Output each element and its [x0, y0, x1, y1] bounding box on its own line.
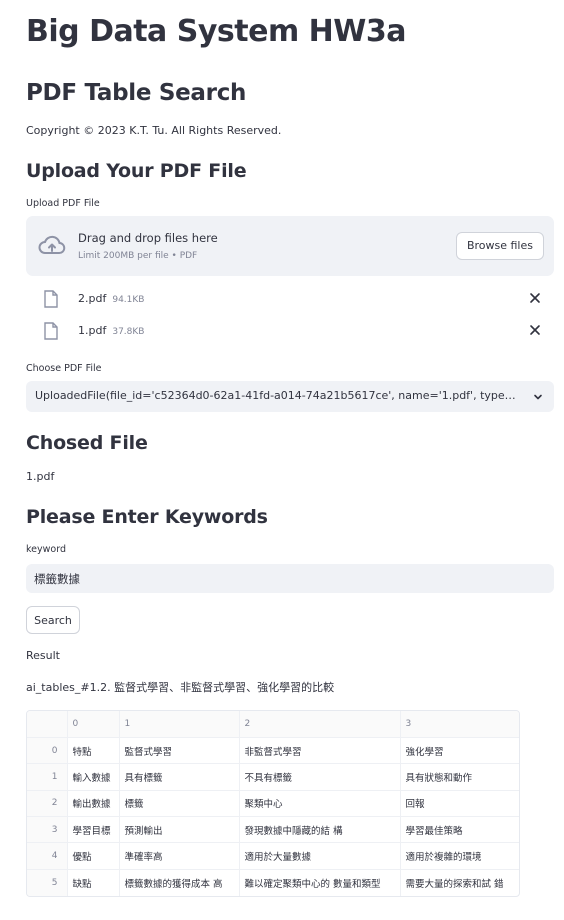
column-header[interactable]: [27, 711, 68, 738]
table-cell[interactable]: 標籤: [119, 790, 240, 818]
result-dataframe[interactable]: 0 1 2 3 0 特點 監督式學習 非監督式學習 強化學習 1 輸入數據 具有…: [26, 710, 520, 897]
table-cell[interactable]: 難以確定聚類中心的 數量和類型: [239, 869, 401, 896]
cloud-upload-icon: [38, 235, 66, 254]
row-index: 3: [27, 816, 68, 844]
table-cell[interactable]: 適用於大量數據: [239, 842, 401, 870]
table-cell[interactable]: 聚類中心: [239, 790, 401, 818]
section-title: PDF Table Search: [26, 80, 247, 106]
search-button[interactable]: Search: [26, 606, 80, 634]
row-index: 2: [27, 790, 68, 818]
chosen-file-value: 1.pdf: [26, 470, 55, 483]
table-row: 1 輸入數據 具有標籤 不具有標籤 具有狀態和動作: [27, 763, 519, 791]
table-cell[interactable]: 不具有標籤: [239, 763, 401, 791]
table-cell[interactable]: 學習最佳策略: [400, 816, 519, 844]
file-icon: [44, 322, 58, 340]
pdf-file-select[interactable]: UploadedFile(file_id='c52364d0-62a1-41fd…: [26, 381, 554, 412]
selected-file-value: UploadedFile(file_id='c52364d0-62a1-41fd…: [35, 389, 523, 402]
keyword-label: keyword: [26, 544, 66, 555]
table-cell[interactable]: 準確率高: [119, 842, 240, 870]
file-name: 1.pdf: [78, 324, 107, 337]
table-cell[interactable]: 特點: [67, 737, 120, 765]
table-cell[interactable]: 學習目標: [67, 816, 120, 844]
table-cell[interactable]: 預測輸出: [119, 816, 240, 844]
uploaded-file-row: 1.pdf 37.8KB: [26, 320, 554, 346]
remove-file-icon[interactable]: [528, 291, 542, 305]
dropzone-title: Drag and drop files here: [78, 231, 218, 245]
table-cell[interactable]: 監督式學習: [119, 737, 240, 765]
file-dropzone[interactable]: Drag and drop files here Limit 200MB per…: [26, 216, 554, 276]
upload-label: Upload PDF File: [26, 198, 100, 209]
table-cell[interactable]: 缺點: [67, 869, 120, 896]
table-cell[interactable]: 強化學習: [400, 737, 519, 765]
column-header[interactable]: 1: [119, 711, 240, 738]
table-cell[interactable]: 標籤數據的獲得成本 高: [119, 869, 240, 896]
chosen-file-heading: Chosed File: [26, 432, 148, 454]
table-row: 5 缺點 標籤數據的獲得成本 高 難以確定聚類中心的 數量和類型 需要大量的探索…: [27, 869, 519, 896]
remove-file-icon[interactable]: [528, 323, 542, 337]
column-header[interactable]: 3: [400, 711, 519, 738]
chevron-down-icon: [534, 394, 542, 400]
result-label: Result: [26, 649, 60, 662]
keywords-heading: Please Enter Keywords: [26, 506, 268, 528]
table-cell[interactable]: 適用於複雜的環境: [400, 842, 519, 870]
table-cell[interactable]: 非監督式學習: [239, 737, 401, 765]
browse-files-button[interactable]: Browse files: [455, 232, 544, 260]
choose-file-label: Choose PDF File: [26, 363, 102, 374]
column-header[interactable]: 0: [67, 711, 120, 738]
file-name: 2.pdf: [78, 292, 107, 305]
dropzone-limit: Limit 200MB per file • PDF: [78, 251, 198, 261]
table-header-row: 0 1 2 3: [27, 711, 519, 738]
table-cell[interactable]: 具有標籤: [119, 763, 240, 791]
table-cell[interactable]: 發現數據中隱藏的結 構: [239, 816, 401, 844]
keyword-input[interactable]: [26, 564, 554, 593]
table-cell[interactable]: 輸入數據: [67, 763, 120, 791]
file-size: 37.8KB: [112, 327, 145, 337]
table-cell[interactable]: 輸出數據: [67, 790, 120, 818]
table-row: 2 輸出數據 標籤 聚類中心 回報: [27, 790, 519, 818]
table-row: 3 學習目標 預測輸出 發現數據中隱藏的結 構 學習最佳策略: [27, 816, 519, 844]
file-size: 94.1KB: [112, 295, 145, 305]
table-cell[interactable]: 回報: [400, 790, 519, 818]
row-index: 5: [27, 869, 68, 896]
uploaded-file-row: 2.pdf 94.1KB: [26, 288, 554, 314]
table-row: 0 特點 監督式學習 非監督式學習 強化學習: [27, 737, 519, 765]
row-index: 0: [27, 737, 68, 765]
table-row: 4 優點 準確率高 適用於大量數據 適用於複雜的環境: [27, 842, 519, 870]
column-header[interactable]: 2: [239, 711, 401, 738]
table-cell[interactable]: 優點: [67, 842, 120, 870]
result-table-title: ai_tables_#1.2. 監督式學習、非監督式學習、強化學習的比較: [26, 681, 335, 694]
table-cell[interactable]: 需要大量的探索和試 錯: [400, 869, 519, 895]
file-icon: [44, 290, 58, 308]
row-index: 1: [27, 763, 68, 791]
app-title: Big Data System HW3a: [26, 14, 406, 49]
copyright-text: Copyright © 2023 K.T. Tu. All Rights Res…: [26, 124, 282, 137]
row-index: 4: [27, 842, 68, 870]
upload-heading: Upload Your PDF File: [26, 160, 247, 182]
table-cell[interactable]: 具有狀態和動作: [400, 763, 519, 791]
